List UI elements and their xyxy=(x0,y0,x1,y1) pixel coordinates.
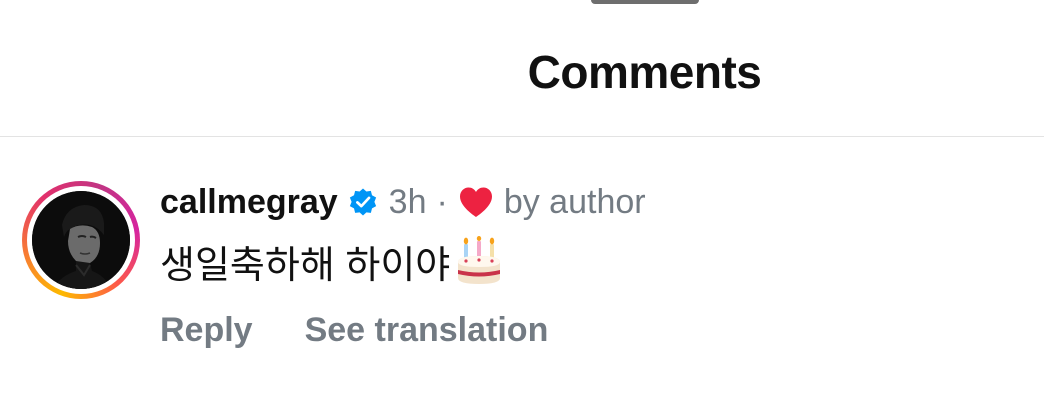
sheet-drag-handle[interactable] xyxy=(591,0,699,4)
comment-text: 생일축하해 하이야 xyxy=(160,244,451,287)
see-translation-button[interactable]: See translation xyxy=(305,311,549,350)
comment-actions: Reply See translation xyxy=(160,308,548,352)
liked-by-author-label: by author xyxy=(503,182,646,221)
page-title: Comments xyxy=(527,46,762,98)
comment-body: 생일축하해 하이야 xyxy=(160,236,504,287)
comment-username[interactable]: callmegray xyxy=(160,183,338,222)
avatar[interactable] xyxy=(32,191,130,289)
comment-header: callmegray 3h · by author xyxy=(160,180,646,224)
comment-timestamp: 3h xyxy=(388,182,427,221)
heart-icon xyxy=(458,186,494,218)
verified-badge-icon xyxy=(348,187,378,217)
reply-button[interactable]: Reply xyxy=(160,311,253,350)
avatar-portrait xyxy=(32,191,130,289)
avatar-story-ring[interactable] xyxy=(22,181,140,299)
meta-separator: · xyxy=(436,182,448,221)
birthday-cake-emoji-icon xyxy=(454,236,504,286)
header-divider xyxy=(0,136,1044,137)
